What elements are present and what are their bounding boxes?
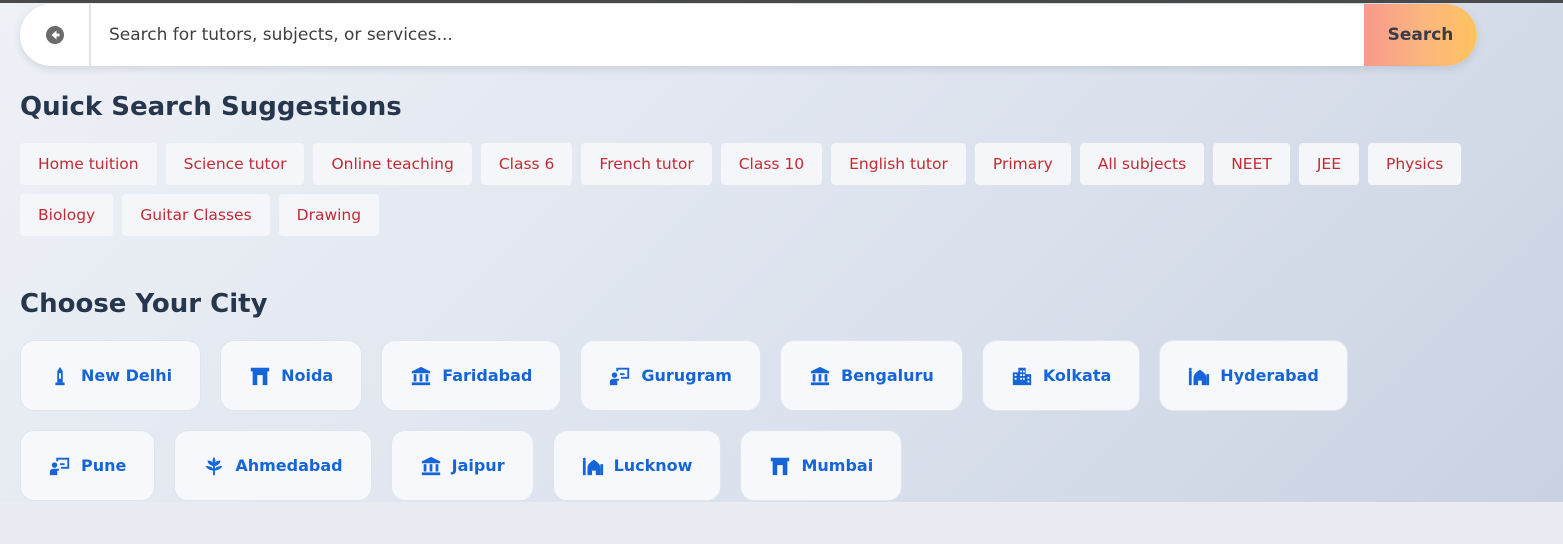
back-button[interactable] <box>20 4 89 66</box>
quick-search-tag[interactable]: Guitar Classes <box>122 194 270 236</box>
city-card-ahmedabad[interactable]: Ahmedabad <box>174 430 372 501</box>
quick-search-tag[interactable]: Class 10 <box>720 143 823 185</box>
search-button[interactable]: Search <box>1364 4 1477 66</box>
quick-search-tag[interactable]: Drawing <box>278 194 380 236</box>
mosque-icon <box>1189 367 1210 385</box>
city-card-kolkata[interactable]: Kolkata <box>981 340 1141 411</box>
page-footer-area <box>0 502 1563 544</box>
quick-search-tag[interactable]: NEET <box>1213 143 1290 185</box>
quick-search-tag[interactable]: English tutor <box>831 143 966 185</box>
city-card-jaipur[interactable]: Jaipur <box>390 430 534 501</box>
city-grid: New Delhi Noida Faridabad Gurugram Bengaluru… <box>20 340 1480 501</box>
quick-search-tag[interactable]: Primary <box>974 143 1071 185</box>
gate-icon <box>771 457 790 475</box>
city-label: Bengaluru <box>840 366 934 385</box>
quick-search-tag[interactable]: French tutor <box>581 143 712 185</box>
city-label: Pune <box>81 456 127 475</box>
city-label: Faridabad <box>442 366 533 385</box>
quick-search-tag[interactable]: Science tutor <box>165 143 305 185</box>
city-buildings-icon <box>1012 367 1031 385</box>
presentation-icon <box>610 367 630 385</box>
city-label: New Delhi <box>81 366 173 385</box>
search-bar: Search <box>20 4 1477 66</box>
presentation-icon <box>49 457 70 475</box>
city-card-bengaluru[interactable]: Bengaluru <box>779 340 963 411</box>
quick-search-tag[interactable]: JEE <box>1298 143 1360 185</box>
quick-search-tag[interactable]: All subjects <box>1079 143 1205 185</box>
quick-search-tag[interactable]: Class 6 <box>480 143 573 185</box>
city-label: Noida <box>281 366 334 385</box>
city-card-pune[interactable]: Pune <box>20 430 156 501</box>
city-label: Hyderabad <box>1220 366 1319 385</box>
institution-icon <box>412 366 431 385</box>
quick-search-tags: Home tuition Science tutor Online teaching… <box>20 143 1490 236</box>
city-card-mumbai[interactable]: Mumbai <box>740 430 903 501</box>
search-input[interactable] <box>91 4 1363 66</box>
city-card-hyderabad[interactable]: Hyderabad <box>1159 340 1348 411</box>
quick-search-tag[interactable]: Biology <box>20 194 114 236</box>
quick-search-tag[interactable]: Physics <box>1368 143 1462 185</box>
choose-city-title: Choose Your City <box>20 289 268 319</box>
city-card-gurugram[interactable]: Gurugram <box>580 340 761 411</box>
city-label: Gurugram <box>641 366 732 385</box>
city-label: Kolkata <box>1042 366 1112 385</box>
city-label: Mumbai <box>801 456 874 475</box>
city-card-faridabad[interactable]: Faridabad <box>381 340 562 411</box>
city-label: Ahmedabad <box>235 456 343 475</box>
back-arrow-circle-icon <box>45 26 64 44</box>
city-card-new-delhi[interactable]: New Delhi <box>20 340 202 411</box>
city-label: Jaipur <box>451 456 505 475</box>
quick-search-title: Quick Search Suggestions <box>20 92 402 122</box>
city-card-lucknow[interactable]: Lucknow <box>552 430 722 501</box>
gate-icon <box>250 367 270 385</box>
quick-search-tag[interactable]: Online teaching <box>313 143 472 185</box>
quick-search-tag[interactable]: Home tuition <box>20 143 157 185</box>
monument-icon <box>55 366 65 385</box>
plant-icon <box>206 456 223 475</box>
city-card-noida[interactable]: Noida <box>220 340 363 411</box>
mosque-icon <box>582 457 603 475</box>
institution-icon <box>810 366 830 385</box>
institution-icon <box>421 456 440 475</box>
city-label: Lucknow <box>613 456 693 475</box>
